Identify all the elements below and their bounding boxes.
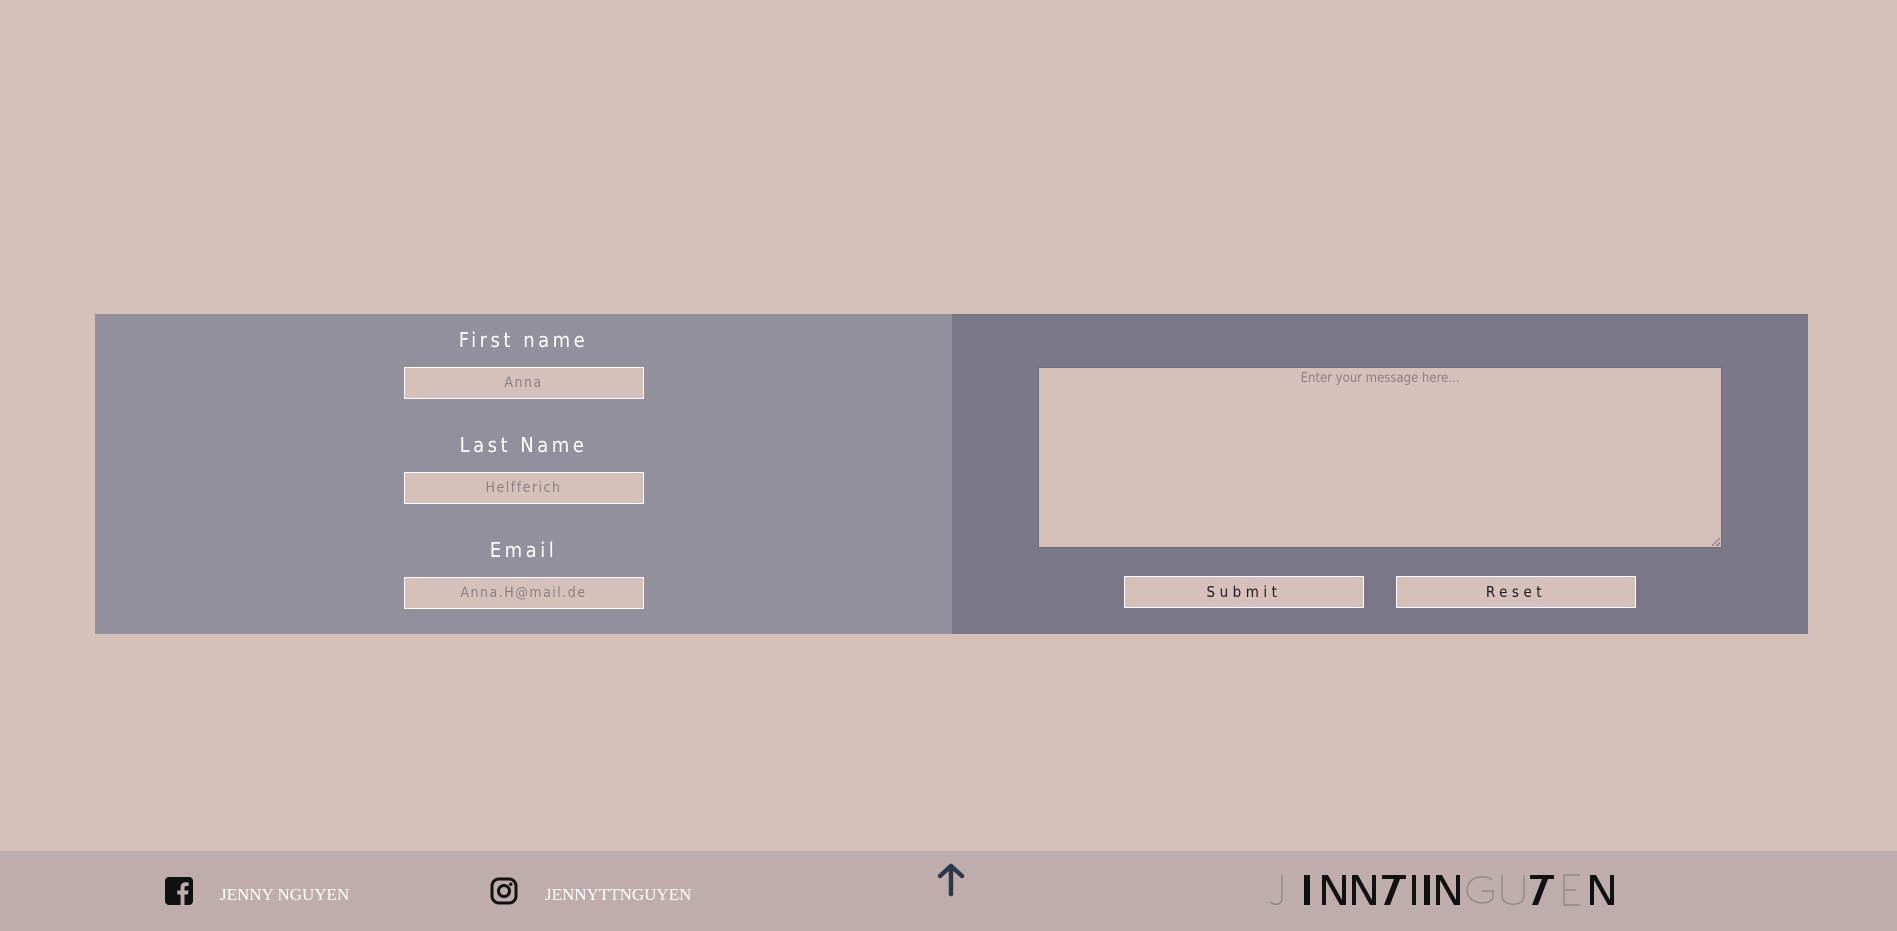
submit-button[interactable]: Submit	[1124, 576, 1364, 608]
instagram-link[interactable]: JENNYTTNGUYEN	[490, 877, 691, 905]
instagram-icon	[490, 877, 518, 905]
message-placeholder: Enter your message here...	[1300, 371, 1460, 386]
facebook-icon	[165, 877, 193, 905]
last-name-input[interactable]: Helfferich	[403, 472, 644, 504]
message-textarea[interactable]: Enter your message here...	[1038, 367, 1722, 548]
personal-info-section: First name Anna Last Name Helfferich Ema…	[95, 314, 952, 634]
email-label: Email	[489, 538, 558, 562]
contact-form: First name Anna Last Name Helfferich Ema…	[95, 314, 1808, 634]
first-name-input[interactable]: Anna	[403, 367, 644, 399]
facebook-link[interactable]: JENNY NGUYEN	[165, 877, 349, 905]
email-input[interactable]: Anna.H@mail.de	[403, 577, 644, 609]
instagram-label: JENNYTTNGUYEN	[545, 885, 692, 904]
arrow-up-icon[interactable]	[935, 862, 967, 898]
last-name-label: Last Name	[459, 433, 588, 457]
first-name-label: First name	[458, 328, 589, 352]
contact-page: First name Anna Last Name Helfferich Ema…	[0, 0, 1897, 931]
message-section: Enter your message here... Submit Reset	[952, 314, 1808, 634]
reset-button[interactable]: Reset	[1396, 576, 1636, 608]
facebook-label: JENNY NGUYEN	[220, 885, 350, 904]
logo[interactable]	[1268, 872, 1638, 908]
resize-handle-icon[interactable]	[1712, 538, 1720, 546]
